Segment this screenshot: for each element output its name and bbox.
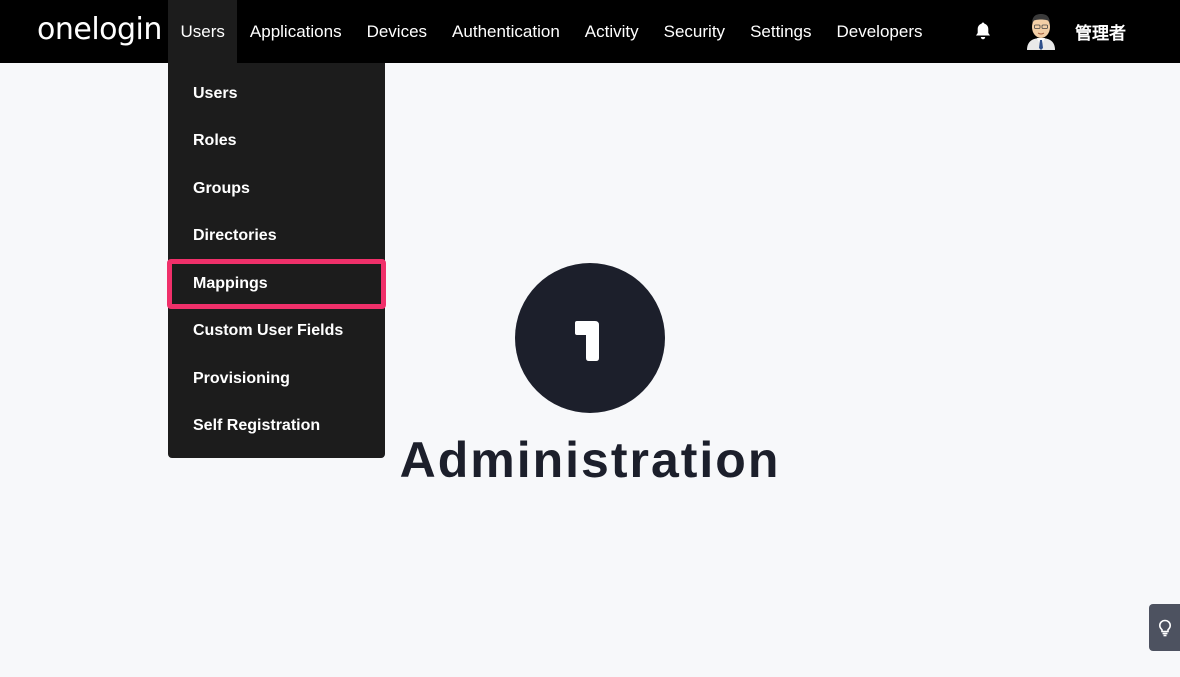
nav-item-authentication[interactable]: Authentication <box>440 0 573 63</box>
help-tab[interactable] <box>1149 604 1180 651</box>
hero-section: Administration <box>0 263 1180 489</box>
main-nav: Users Applications Devices Authenticatio… <box>168 0 935 63</box>
nav-item-users[interactable]: Users <box>168 0 238 63</box>
nav-item-activity[interactable]: Activity <box>572 0 651 63</box>
nav-item-applications[interactable]: Applications <box>237 0 354 63</box>
bell-icon[interactable] <box>974 21 992 41</box>
number-one-glyph <box>575 321 599 361</box>
nav-item-settings[interactable]: Settings <box>738 0 824 63</box>
onelogin-badge-icon <box>515 263 665 413</box>
nav-item-devices[interactable]: Devices <box>354 0 439 63</box>
onelogin-logo[interactable]: onelogin <box>37 12 162 47</box>
user-name[interactable]: 管理者 <box>1075 19 1126 44</box>
nav-item-security[interactable]: Security <box>651 0 737 63</box>
nav-item-developers[interactable]: Developers <box>824 0 935 63</box>
menu-item-users[interactable]: Users <box>168 70 385 118</box>
menu-item-groups[interactable]: Groups <box>168 165 385 213</box>
top-navigation-bar: onelogin Users Applications Devices Auth… <box>0 0 1180 63</box>
menu-item-directories[interactable]: Directories <box>168 213 385 261</box>
page-title: Administration <box>399 432 781 488</box>
menu-item-roles[interactable]: Roles <box>168 118 385 166</box>
user-avatar[interactable] <box>1024 12 1058 50</box>
lightbulb-icon <box>1158 619 1171 636</box>
